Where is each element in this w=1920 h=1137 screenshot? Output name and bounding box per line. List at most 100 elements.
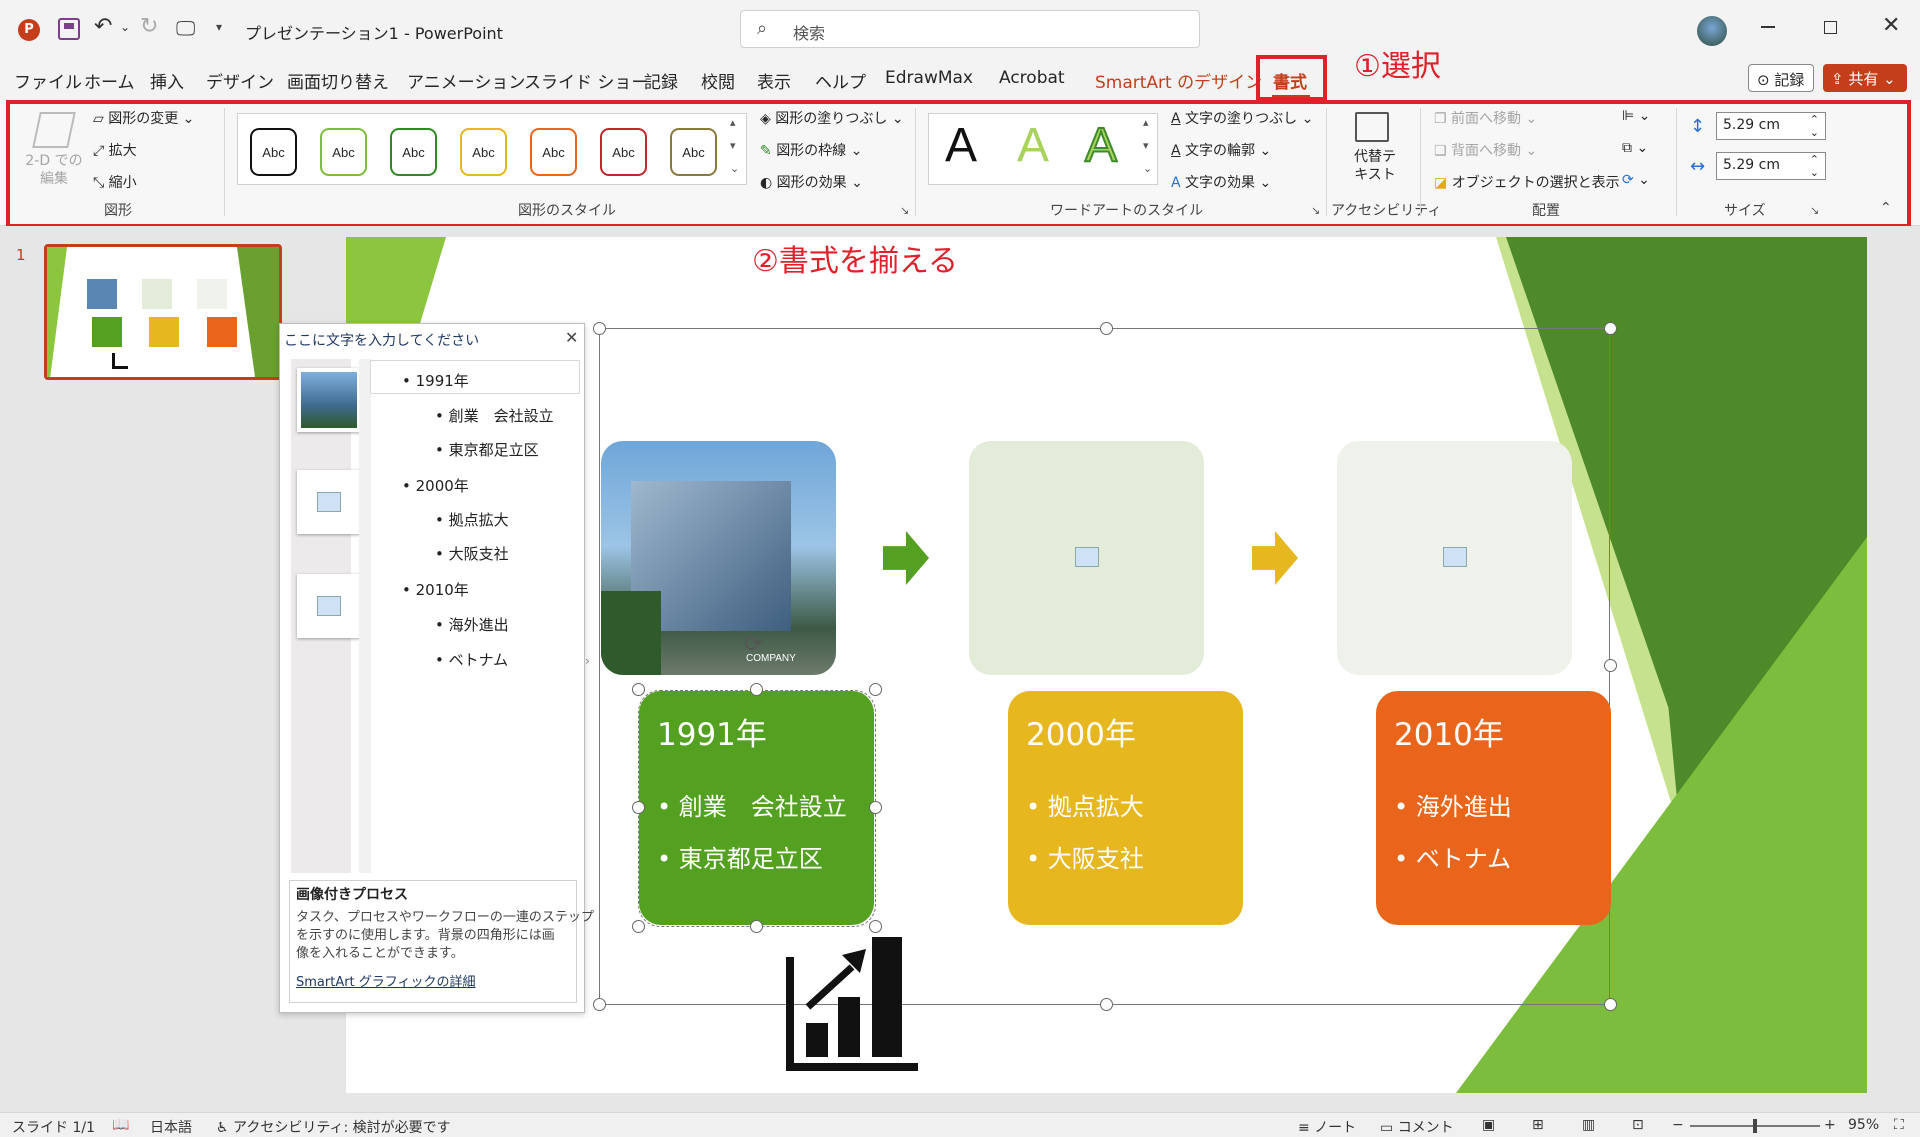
shape-style-4[interactable]: Abc [460, 128, 507, 176]
picture-thumb-2[interactable] [297, 470, 361, 534]
save-icon[interactable] [58, 18, 80, 40]
timeline-card-2010[interactable]: 2010年 • 海外進出 • ベトナム [1376, 691, 1611, 925]
shape-outline-button[interactable]: ✎ 図形の枠線 ⌄ [760, 140, 862, 160]
text-pane-scroll-track[interactable] [359, 359, 371, 873]
card-handle-bl[interactable] [632, 920, 645, 933]
restore-icon[interactable] [1824, 21, 1837, 34]
accessibility-status[interactable]: ♿ アクセシビリティ: 検討が必要です [216, 1117, 451, 1137]
frame-handle-bl[interactable] [593, 998, 606, 1011]
text-fill-button[interactable]: A 文字の塗りつぶし ⌄ [1171, 108, 1313, 128]
frame-handle-bm[interactable] [1100, 998, 1113, 1011]
zoom-in-icon[interactable]: + [1824, 1117, 1836, 1133]
record-button[interactable]: ⊙ 記録 [1748, 64, 1814, 92]
shape-style-6[interactable]: Abc [600, 128, 647, 176]
tab-smartart-design[interactable]: SmartArt のデザイン [1095, 68, 1262, 93]
normal-view-icon[interactable]: ▣ [1482, 1117, 1495, 1133]
width-spinner[interactable]: 5.29 cm ⌃ ⌄ [1716, 152, 1826, 180]
tab-review[interactable]: 校閲 [701, 68, 735, 93]
tab-help[interactable]: ヘルプ [815, 68, 866, 93]
text-pane-item[interactable]: • 2000年 [402, 475, 469, 496]
align-button[interactable]: ⊫ ⌄ [1622, 108, 1650, 124]
gallery-more-icon[interactable]: ⌄ [730, 162, 739, 175]
text-pane-item[interactable]: • 拠点拡大 [435, 509, 509, 530]
shape-styles-launcher-icon[interactable]: ↘ [900, 204, 909, 217]
growth-chart-icon[interactable] [786, 937, 918, 1071]
wordart-style-outline[interactable]: A [1084, 118, 1118, 173]
zoom-level[interactable]: 95% [1848, 1117, 1879, 1133]
search-box[interactable]: ⌕ 検索 [740, 10, 1200, 48]
user-avatar[interactable] [1697, 16, 1727, 46]
text-effects-button[interactable]: A 文字の効果 ⌄ [1171, 172, 1271, 192]
card-handle-tr[interactable] [869, 683, 882, 696]
frame-handle-tl[interactable] [593, 322, 606, 335]
card-handle-tl[interactable] [632, 683, 645, 696]
text-pane-item[interactable]: • 東京都足立区 [435, 439, 539, 460]
tab-record[interactable]: 記録 [644, 68, 678, 93]
gallery-scroll-down-icon[interactable]: ▾ [730, 139, 736, 152]
search-input[interactable]: 検索 [793, 20, 825, 44]
zoom-out-icon[interactable]: − [1672, 1117, 1684, 1133]
card-handle-mr[interactable] [869, 801, 882, 814]
text-pane-item[interactable]: • 2010年 [402, 579, 469, 600]
tab-insert[interactable]: 挿入 [150, 68, 184, 93]
card-handle-bm[interactable] [750, 920, 763, 933]
spellcheck-icon[interactable]: 📖 [112, 1117, 129, 1133]
slideshow-view-icon[interactable]: ⊡ [1632, 1117, 1644, 1133]
size-launcher-icon[interactable]: ↘ [1810, 204, 1819, 217]
shape-fill-button[interactable]: ◈ 図形の塗りつぶし ⌄ [760, 108, 904, 128]
undo-icon[interactable]: ↶ [94, 14, 112, 39]
rotate-button[interactable]: ⟳ ⌄ [1622, 172, 1650, 188]
wordart-more-icon[interactable]: ⌄ [1143, 162, 1152, 175]
text-pane-item[interactable]: • 海外進出 [435, 614, 509, 635]
gallery-scroll-up-icon[interactable]: ▴ [730, 116, 736, 129]
reading-view-icon[interactable]: ▥ [1582, 1117, 1595, 1133]
picture-thumb-1[interactable] [297, 368, 361, 432]
frame-handle-tr[interactable] [1604, 322, 1617, 335]
height-spinner[interactable]: 5.29 cm ⌃ ⌄ [1716, 112, 1826, 140]
slide-sorter-icon[interactable]: ⊞ [1532, 1117, 1544, 1133]
building-photo[interactable]: COMPANY [601, 441, 836, 675]
comments-button[interactable]: ▭ コメント [1380, 1117, 1454, 1137]
text-pane-close-icon[interactable]: ✕ [565, 328, 578, 347]
notes-button[interactable]: ≡ ノート [1298, 1117, 1356, 1137]
shape-effects-button[interactable]: ◐ 図形の効果 ⌄ [760, 172, 863, 192]
text-pane-item[interactable]: • ベトナム [435, 649, 508, 670]
group-button[interactable]: ⧉ ⌄ [1622, 140, 1648, 156]
shape-style-3[interactable]: Abc [390, 128, 437, 176]
slide-thumbnail[interactable] [44, 244, 282, 380]
tab-file[interactable]: ファイル [14, 68, 82, 93]
tab-edrawmax[interactable]: EdrawMax [885, 68, 973, 88]
frame-handle-tm[interactable] [1100, 322, 1113, 335]
frame-handle-br[interactable] [1604, 998, 1617, 1011]
tab-slideshow[interactable]: スライド ショー [524, 68, 648, 93]
rotate-handle-icon[interactable]: ⟳ [744, 632, 762, 657]
edit-2d-button[interactable]: 2-D での編集 [24, 152, 84, 188]
language-indicator[interactable]: 日本語 [150, 1117, 192, 1137]
text-outline-button[interactable]: A 文字の輪郭 ⌄ [1171, 140, 1271, 160]
text-pane-expand-icon[interactable]: › [585, 654, 590, 668]
picture-thumb-3[interactable] [297, 574, 361, 638]
shape-style-5[interactable]: Abc [530, 128, 577, 176]
undo-dropdown-icon[interactable]: ⌄ [120, 20, 130, 34]
tab-animations[interactable]: アニメーション [407, 68, 525, 93]
shape-style-1[interactable]: Abc [250, 128, 297, 176]
tab-home[interactable]: ホーム [84, 68, 135, 93]
change-shape-button[interactable]: ▱ 図形の変更 ⌄ [93, 108, 194, 128]
zoom-slider[interactable] [1690, 1119, 1820, 1133]
shape-style-7[interactable]: Abc [670, 128, 717, 176]
minimize-icon[interactable] [1761, 26, 1775, 28]
frame-handle-mr[interactable] [1604, 659, 1617, 672]
smartart-details-link[interactable]: SmartArt グラフィックの詳細 [296, 971, 476, 990]
alt-text-button[interactable]: 代替テキスト [1348, 148, 1402, 184]
present-icon[interactable]: 🖵 [176, 16, 195, 40]
wordart-style-green[interactable]: A [1017, 118, 1049, 173]
fit-to-window-icon[interactable]: ⛶ [1894, 1117, 1904, 1133]
bring-forward-button[interactable]: ❐ 前面へ移動 ⌄ [1434, 108, 1537, 128]
tab-design[interactable]: デザイン [206, 68, 274, 93]
redo-icon[interactable]: ↻ [140, 14, 158, 39]
shape-style-2[interactable]: Abc [320, 128, 367, 176]
tab-acrobat[interactable]: Acrobat [999, 68, 1065, 88]
wordart-scroll-down-icon[interactable]: ▾ [1143, 139, 1149, 152]
text-pane-item[interactable]: • 創業 会社設立 [435, 405, 554, 426]
text-pane-item[interactable]: • 大阪支社 [435, 543, 509, 564]
